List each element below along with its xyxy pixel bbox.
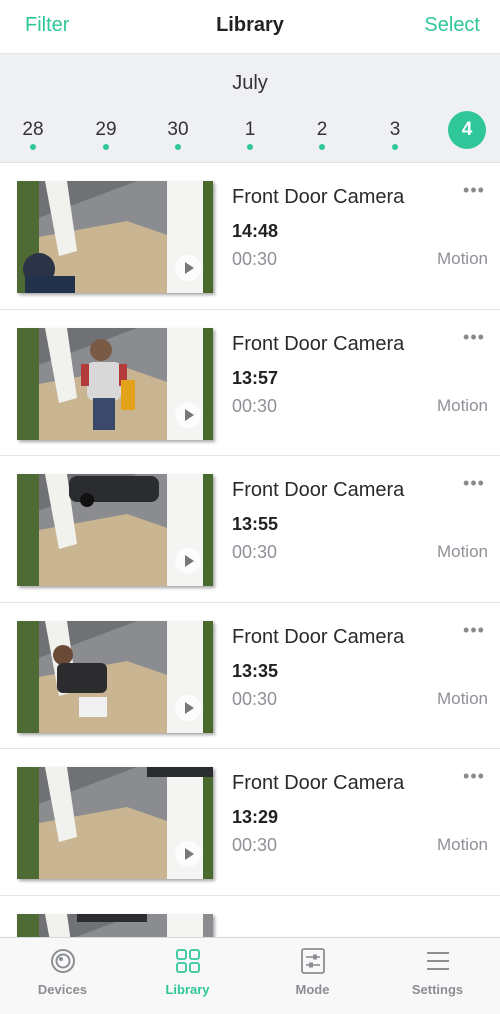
trigger-label: Motion <box>436 249 488 268</box>
sliders-icon <box>301 948 325 974</box>
camera-name: Front Door Camera <box>232 479 405 501</box>
day-28[interactable]: 28 <box>11 108 55 152</box>
day-3[interactable]: 3 <box>373 108 417 152</box>
camera-name: Front Door Camera <box>232 772 405 794</box>
day-1[interactable]: 1 <box>228 108 272 152</box>
event-dot <box>319 144 325 150</box>
day-30[interactable]: 30 <box>156 108 200 152</box>
event-dot <box>103 144 109 150</box>
play-icon <box>175 841 201 867</box>
recording-duration: 00:30 <box>232 835 278 855</box>
tab-label: Library <box>165 982 210 997</box>
day-4-selected[interactable]: 4 <box>448 111 486 149</box>
recording-row[interactable] <box>0 896 500 937</box>
more-options-icon[interactable]: ••• <box>462 181 486 203</box>
play-icon <box>175 694 201 721</box>
camera-name: Front Door Camera <box>232 332 405 355</box>
tab-label: Devices <box>37 982 88 997</box>
grid-icon <box>176 949 200 973</box>
event-dot <box>392 144 398 150</box>
tab-settings[interactable]: Settings <box>375 938 500 1014</box>
video-thumbnail[interactable] <box>17 913 213 937</box>
trigger-label: Motion <box>436 542 488 561</box>
camera-name: Front Door Camera <box>232 186 405 208</box>
recording-row[interactable]: Front Door Camera ••• 13:57 00:30 Motion <box>0 310 500 456</box>
video-thumbnail[interactable] <box>17 474 213 586</box>
day-number: 4 <box>461 119 473 140</box>
trigger-label: Motion <box>436 395 488 415</box>
recordings-list[interactable]: Front Door Camera ••• 14:48 00:30 Motion <box>0 163 500 937</box>
recording-time: 13:55 <box>232 514 279 534</box>
play-icon <box>175 548 201 574</box>
more-options-icon[interactable]: ••• <box>462 767 486 789</box>
video-thumbnail[interactable] <box>17 620 213 733</box>
recording-time: 13:57 <box>232 367 279 388</box>
event-dot <box>247 144 253 150</box>
select-button[interactable]: Select <box>424 14 480 37</box>
event-dot <box>175 144 181 150</box>
tab-mode[interactable]: Mode <box>250 938 375 1014</box>
recording-duration: 00:30 <box>232 249 278 269</box>
menu-icon <box>427 952 449 970</box>
recording-time: 13:35 <box>232 660 279 681</box>
tab-devices[interactable]: Devices <box>0 938 125 1014</box>
video-thumbnail[interactable] <box>17 327 213 440</box>
video-thumbnail[interactable] <box>17 181 213 293</box>
play-icon <box>175 401 201 428</box>
recording-duration: 00:30 <box>232 542 278 562</box>
top-nav-bar: Filter Library Select <box>0 0 500 54</box>
camera-name: Front Door Camera <box>232 625 405 648</box>
recording-row[interactable]: Front Door Camera ••• 13:35 00:30 Motion <box>0 603 500 749</box>
camera-icon <box>51 949 75 973</box>
trigger-label: Motion <box>436 688 488 708</box>
porch-scene <box>17 913 213 937</box>
recording-row[interactable]: Front Door Camera ••• 14:48 00:30 Motion <box>0 163 500 310</box>
recording-duration: 00:30 <box>232 395 278 416</box>
month-label: July <box>232 72 268 94</box>
recording-duration: 00:30 <box>232 688 278 709</box>
filter-button[interactable]: Filter <box>25 14 69 37</box>
video-thumbnail[interactable] <box>17 767 213 879</box>
trigger-label: Motion <box>436 835 488 854</box>
recording-time: 14:48 <box>232 221 279 241</box>
date-strip: July 28 29 30 1 2 3 4 <box>0 54 500 163</box>
event-dot <box>30 144 36 150</box>
day-2[interactable]: 2 <box>300 108 344 152</box>
more-options-icon[interactable]: ••• <box>462 621 486 643</box>
tab-library[interactable]: Library <box>125 938 250 1014</box>
more-options-icon[interactable]: ••• <box>462 328 486 350</box>
play-icon <box>175 255 201 281</box>
recording-row[interactable]: Front Door Camera ••• 13:29 00:30 Motion <box>0 749 500 896</box>
tab-label: Settings <box>411 982 464 997</box>
tab-label: Mode <box>295 982 330 997</box>
more-options-icon[interactable]: ••• <box>462 474 486 496</box>
day-29[interactable]: 29 <box>84 108 128 152</box>
recording-row[interactable]: Front Door Camera ••• 13:55 00:30 Motion <box>0 456 500 603</box>
bottom-tab-bar: Devices Library Mode Settings <box>0 937 500 1014</box>
recording-time: 13:29 <box>232 807 279 827</box>
